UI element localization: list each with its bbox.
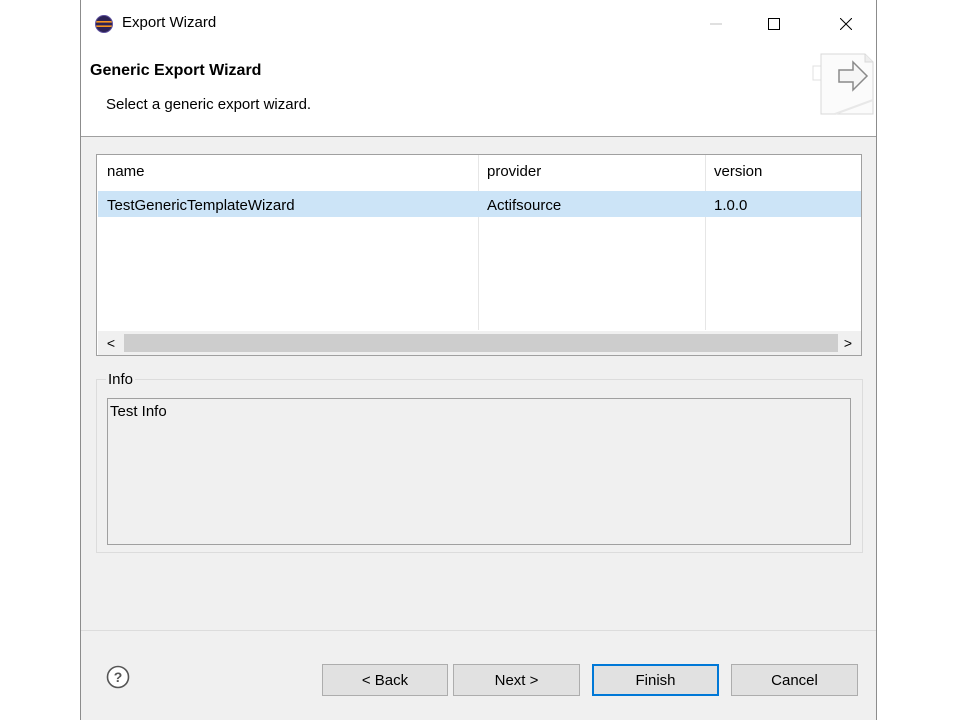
title-bar: Export Wizard bbox=[81, 0, 876, 48]
minimize-icon bbox=[710, 23, 722, 25]
page-description: Select a generic export wizard. bbox=[106, 96, 312, 113]
help-icon[interactable]: ? bbox=[106, 665, 130, 689]
wizard-header: Generic Export Wizard Select a generic e… bbox=[81, 48, 876, 137]
info-label: Info bbox=[106, 371, 136, 388]
maximize-button[interactable] bbox=[751, 0, 797, 48]
cell-version[interactable]: 1.0.0 bbox=[714, 197, 747, 214]
page-title: Generic Export Wizard bbox=[90, 62, 262, 79]
info-text-area: Test Info bbox=[107, 398, 851, 545]
scroll-left-button[interactable]: < bbox=[100, 331, 122, 355]
button-bar: ? < Back Next > Finish Cancel bbox=[81, 630, 876, 720]
column-header-version[interactable]: version bbox=[714, 163, 762, 180]
cell-provider[interactable]: Actifsource bbox=[487, 197, 561, 214]
maximize-icon bbox=[768, 18, 780, 30]
back-button[interactable]: < Back bbox=[322, 664, 448, 696]
cell-name[interactable]: TestGenericTemplateWizard bbox=[107, 197, 295, 214]
scroll-thumb[interactable] bbox=[124, 334, 838, 352]
close-button[interactable] bbox=[823, 0, 869, 48]
column-header-name[interactable]: name bbox=[107, 163, 145, 180]
column-header-provider[interactable]: provider bbox=[487, 163, 541, 180]
scroll-right-button[interactable]: > bbox=[837, 331, 859, 355]
finish-button[interactable]: Finish bbox=[592, 664, 719, 696]
cancel-button[interactable]: Cancel bbox=[731, 664, 858, 696]
close-icon bbox=[840, 18, 852, 30]
export-wizard-icon bbox=[812, 53, 874, 115]
horizontal-scrollbar[interactable]: < > bbox=[98, 331, 861, 355]
chevron-left-icon: < bbox=[106, 335, 116, 351]
chevron-right-icon: > bbox=[843, 335, 853, 351]
svg-text:?: ? bbox=[114, 669, 123, 685]
next-button[interactable]: Next > bbox=[453, 664, 580, 696]
info-text: Test Info bbox=[110, 403, 167, 420]
column-divider bbox=[705, 155, 706, 330]
eclipse-icon bbox=[95, 15, 113, 33]
export-wizard-dialog: Export Wizard Generic Export Wizard Sele… bbox=[80, 0, 877, 720]
column-divider bbox=[478, 155, 479, 330]
minimize-button[interactable] bbox=[693, 0, 739, 48]
wizard-table: name provider version TestGenericTemplat… bbox=[96, 154, 862, 356]
window-title: Export Wizard bbox=[122, 14, 217, 31]
